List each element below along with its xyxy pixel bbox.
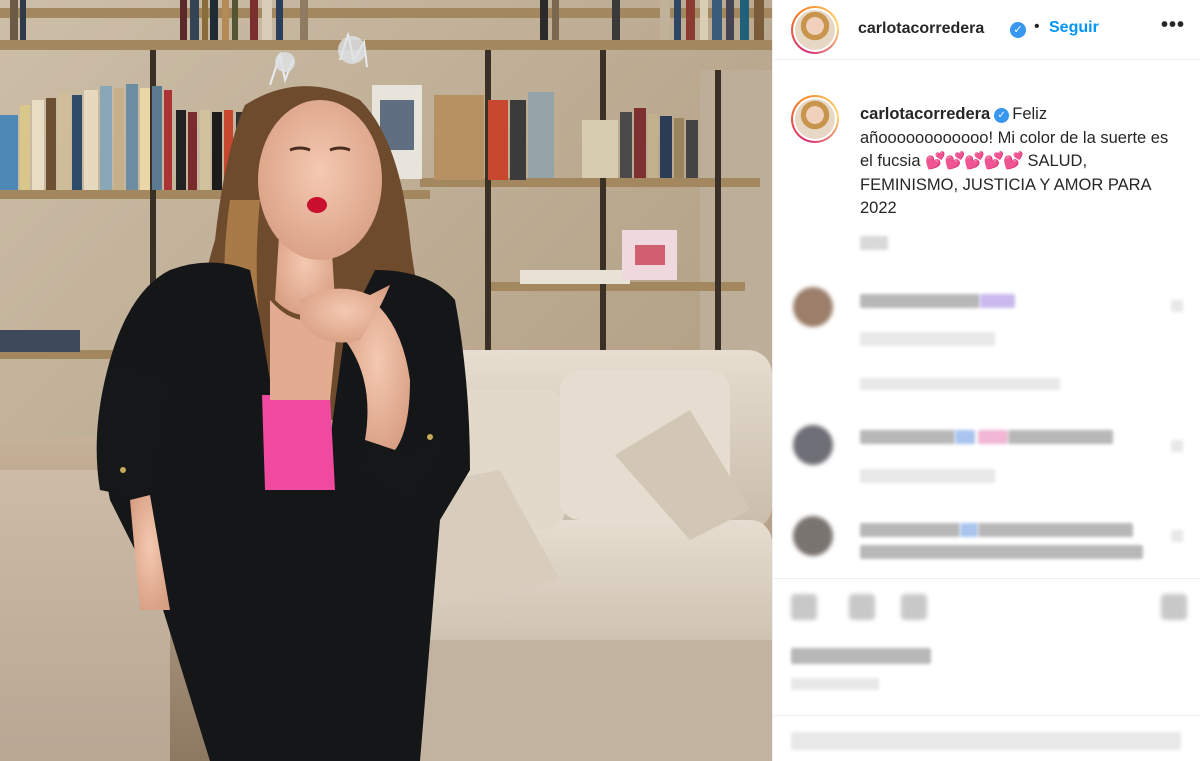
comment-text-blurred	[860, 523, 960, 537]
verified-badge-icon: ✓	[1010, 22, 1026, 38]
comment-meta-blurred	[860, 332, 995, 346]
like-icon[interactable]	[791, 594, 817, 620]
post-side-panel: carlotacorredera ✓ • Seguir ••• carlotac…	[772, 0, 1200, 761]
comment-text-blurred	[1008, 430, 1113, 444]
view-replies-blurred[interactable]	[860, 378, 1060, 390]
share-icon[interactable]	[901, 594, 927, 620]
author-username[interactable]: carlotacorredera	[858, 20, 984, 38]
more-options-icon[interactable]: •••	[1161, 14, 1185, 37]
commenter-avatar[interactable]	[793, 516, 833, 556]
post-caption: carlotacorredera ✓ Feliz añoooooooooooo! M…	[860, 103, 1180, 221]
commenter-avatar[interactable]	[793, 287, 833, 327]
actions-divider	[773, 578, 1200, 579]
comment-box-divider	[773, 715, 1200, 716]
post-header: carlotacorredera ✓ • Seguir •••	[773, 0, 1200, 60]
caption-username[interactable]: carlotacorredera	[860, 105, 990, 123]
comment-text-blurred	[860, 294, 980, 308]
follow-button[interactable]: Seguir	[1049, 19, 1099, 37]
comment-text-blurred	[860, 430, 955, 444]
commenter-avatar[interactable]	[793, 425, 833, 465]
post-photo-illustration	[0, 0, 772, 761]
add-comment-input-blurred[interactable]	[791, 732, 1181, 750]
author-avatar[interactable]	[791, 6, 839, 54]
comment-emoji-blurred	[978, 430, 1008, 444]
post-date-blurred	[791, 678, 879, 690]
caption-timestamp-blurred	[860, 236, 888, 250]
verified-badge-icon: ✓	[994, 108, 1010, 123]
header-separator: •	[1034, 18, 1040, 35]
post-photo[interactable]	[0, 0, 772, 761]
comment-icon[interactable]	[849, 594, 875, 620]
like-comment-icon[interactable]	[1171, 440, 1183, 452]
save-icon[interactable]	[1161, 594, 1187, 620]
caption-author-avatar[interactable]	[791, 95, 839, 143]
likes-count-blurred[interactable]	[791, 648, 931, 664]
like-comment-icon[interactable]	[1171, 300, 1183, 312]
comment-emoji-blurred	[980, 294, 1015, 308]
like-comment-icon[interactable]	[1171, 530, 1183, 542]
comment-emoji-blurred	[960, 523, 978, 537]
hearts-emoji: 💕💕💕💕💕	[925, 152, 1024, 170]
comment-text-blurred	[978, 523, 1133, 537]
comment-meta-blurred	[860, 469, 995, 483]
comment-text-blurred	[860, 545, 1143, 559]
comment-emoji-blurred	[955, 430, 975, 444]
